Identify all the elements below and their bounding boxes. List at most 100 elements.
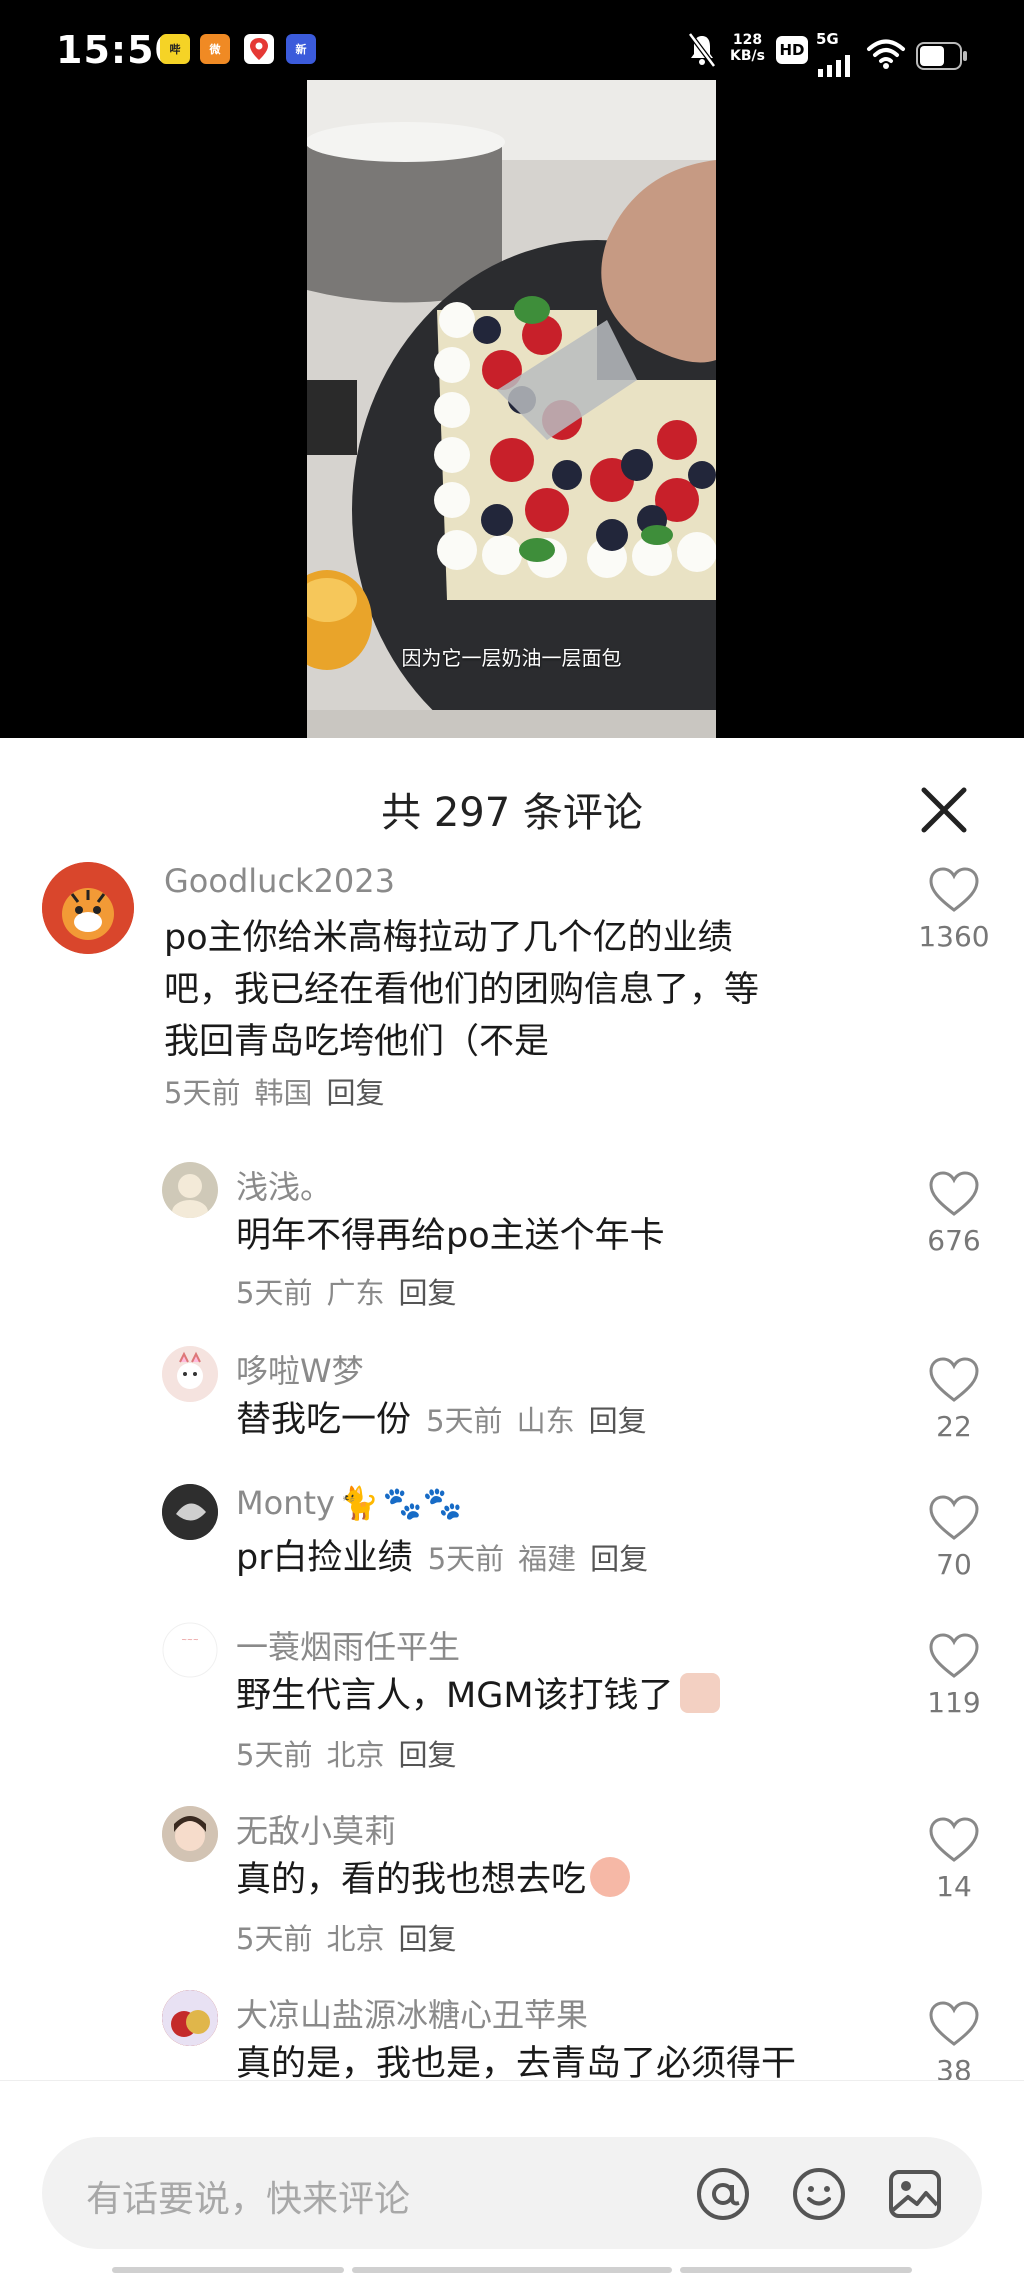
close-icon[interactable] — [916, 782, 972, 838]
comment-item: Goodluck2023 po主你给米高梅拉动了几个亿的业绩 吧，我已经在看他们… — [0, 862, 1024, 1142]
comment-text: 真的，看的我也想去吃 — [236, 1854, 631, 1906]
comment-username[interactable]: 无敌小莫莉 — [236, 1806, 396, 1852]
username-text: Monty — [236, 1484, 335, 1522]
comment-time: 5天前 — [236, 1922, 313, 1956]
comment-username[interactable]: 大凉山盐源冰糖心丑苹果 — [236, 1990, 588, 2036]
comment-username[interactable]: Goodluck2023 — [164, 862, 395, 900]
comment-meta: 5天前 山东 回复 — [416, 1404, 646, 1438]
reply-button[interactable]: 回复 — [326, 1076, 384, 1110]
like-count: 22 — [936, 1410, 972, 1443]
page-indicator-segment — [680, 2267, 912, 2273]
like-button[interactable]: 119 — [918, 1632, 990, 1719]
avatar[interactable] — [162, 1484, 218, 1540]
comment-text-line: 吧，我已经在看他们的团购信息了，等 — [164, 970, 760, 1010]
comment-line: pr白捡业绩 5天前 福建 回复 — [236, 1532, 648, 1584]
page-indicator-segment — [352, 2267, 672, 2273]
like-button[interactable]: 38 — [918, 2000, 990, 2087]
reply-button[interactable]: 回复 — [589, 1404, 647, 1438]
comment-time: 5天前 — [164, 1076, 241, 1110]
comment-username[interactable]: Monty 🐈 🐾🐾 — [236, 1484, 462, 1522]
comment-input[interactable]: 有话要说，快来评论 — [42, 2137, 982, 2249]
comment-meta: 5天前 福建 回复 — [418, 1542, 648, 1576]
reply-button[interactable]: 回复 — [398, 1276, 456, 1310]
image-picker-icon[interactable] — [886, 2165, 944, 2223]
hd-badge: HD — [776, 36, 808, 64]
video-subtitle: 因为它一层奶油一层面包 — [401, 646, 622, 670]
like-count: 1360 — [918, 920, 990, 953]
user-avatar-icon — [162, 1346, 218, 1402]
avatar[interactable]: ~~~ — [162, 1622, 218, 1678]
mute-bell-icon — [688, 32, 716, 68]
avatar[interactable] — [42, 862, 134, 954]
comment-meta: 5天前 北京 回复 — [236, 1732, 456, 1774]
comment-time: 5天前 — [236, 1276, 313, 1310]
emoji-smile-icon[interactable] — [790, 2165, 848, 2223]
mention-at-icon[interactable] — [694, 2165, 752, 2223]
svg-text:~~~: ~~~ — [181, 1636, 199, 1644]
comment-line: 替我吃一份 5天前 山东 回复 — [236, 1394, 647, 1446]
like-button[interactable]: 22 — [918, 1356, 990, 1443]
video-frame[interactable]: 因为它一层奶油一层面包 — [307, 80, 716, 738]
user-avatar-icon — [162, 1162, 218, 1218]
comment-username[interactable]: 哆啦W梦 — [236, 1346, 364, 1392]
comment-location: 北京 — [326, 1922, 385, 1956]
avatar[interactable] — [162, 1346, 218, 1402]
like-button[interactable]: 14 — [918, 1816, 990, 1903]
like-button[interactable]: 70 — [918, 1494, 990, 1581]
comment-text-line: 我回青岛吃垮他们（不是 — [164, 1022, 550, 1062]
reply-button[interactable]: 回复 — [398, 1922, 456, 1956]
bilibili-icon: 哔 — [160, 34, 190, 64]
comment-item: 浅浅。 明年不得再给po主送个年卡 5天前 广东 回复 676 — [0, 1162, 1024, 1322]
weibo-icon: 微 — [200, 34, 230, 64]
comment-text: 替我吃一份 — [236, 1400, 412, 1440]
signal-bars-icon — [818, 55, 850, 77]
like-button[interactable]: 676 — [918, 1170, 990, 1257]
map-pin-icon — [244, 34, 274, 64]
reply-button[interactable]: 回复 — [398, 1738, 456, 1772]
battery-icon — [916, 42, 967, 70]
comment-location: 福建 — [518, 1542, 577, 1576]
comment-item: 大凉山盐源冰糖心丑苹果 真的是，我也是，去青岛了必须得干 — [0, 1990, 1024, 2080]
comment-text: po主你给米高梅拉动了几个亿的业绩 吧，我已经在看他们的团购信息了，等 我回青岛… — [164, 912, 759, 1068]
wifi-icon — [867, 39, 905, 69]
comment-text-body: 野生代言人，MGM该打钱了 — [236, 1676, 674, 1716]
comment-text: 明年不得再给po主送个年卡 — [236, 1216, 665, 1256]
comment-location: 韩国 — [254, 1076, 313, 1110]
like-count: 14 — [936, 1870, 972, 1903]
comment-text-body: 真的，看的我也想去吃 — [236, 1860, 587, 1900]
avatar[interactable] — [162, 1990, 218, 2046]
heart-icon — [929, 1495, 979, 1540]
like-button[interactable]: 1360 — [918, 866, 990, 953]
like-count: 676 — [927, 1224, 981, 1257]
like-count: 119 — [927, 1686, 981, 1719]
net-speed-unit: KB/s — [730, 48, 765, 64]
comment-username[interactable]: 浅浅。 — [236, 1162, 332, 1208]
page-indicator — [112, 2267, 912, 2273]
comment-time: 5天前 — [426, 1404, 503, 1438]
avatar[interactable] — [162, 1806, 218, 1862]
paw-emoji-icon: 🐾🐾 — [382, 1484, 463, 1522]
network-speed: 128 KB/s — [730, 32, 765, 64]
heart-icon — [929, 1817, 979, 1862]
comment-location: 广东 — [326, 1276, 385, 1310]
comment-location: 山东 — [516, 1404, 575, 1438]
comment-location: 北京 — [326, 1738, 385, 1772]
apple-avatar-icon — [162, 1990, 218, 2046]
comment-item: 哆啦W梦 替我吃一份 5天前 山东 回复 22 — [0, 1346, 1024, 1476]
comment-time: 5天前 — [427, 1542, 505, 1576]
avatar[interactable] — [162, 1162, 218, 1218]
heart-icon — [929, 1633, 979, 1678]
comment-item: ~~~ 一蓑烟雨任平生 野生代言人，MGM该打钱了 5天前 北京 回复 119 — [0, 1622, 1024, 1782]
comment-text: 野生代言人，MGM该打钱了 — [236, 1670, 720, 1722]
app-icon: 新 — [286, 34, 316, 64]
comment-input-bar: 有话要说，快来评论 — [0, 2080, 1024, 2276]
video-player[interactable]: 因为它一层奶油一层面包 — [0, 80, 1024, 738]
heart-icon — [929, 1171, 979, 1216]
reply-button[interactable]: 回复 — [590, 1542, 648, 1576]
comment-item: 无敌小莫莉 真的，看的我也想去吃 5天前 北京 回复 14 — [0, 1806, 1024, 1966]
comment-item: Monty 🐈 🐾🐾 pr白捡业绩 5天前 福建 回复 70 — [0, 1484, 1024, 1614]
comment-text: 真的是，我也是，去青岛了必须得干 — [236, 2044, 797, 2080]
comment-username[interactable]: 一蓑烟雨任平生 — [236, 1622, 460, 1668]
comments-count-title: 共 297 条评论 — [381, 790, 643, 836]
net-speed-value: 128 — [732, 32, 763, 48]
